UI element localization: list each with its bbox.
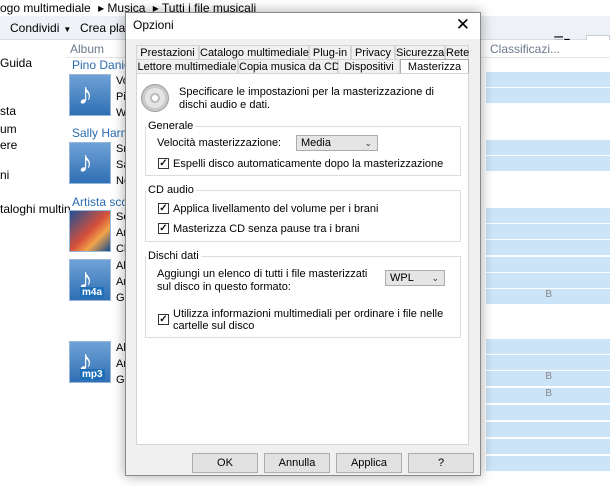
leveling-checkbox[interactable]: ✓ [158, 203, 169, 214]
burn-panel: Specificare le impostazioni per la maste… [136, 73, 469, 445]
selected-row[interactable]: B [486, 289, 610, 304]
navigation-pane: Guida sta um ere ni taloghi multin [0, 40, 71, 486]
selected-row[interactable] [486, 224, 610, 239]
nav-item[interactable]: ere [0, 138, 17, 152]
leveling-label[interactable]: Applica livellamento del volume per i br… [173, 203, 378, 215]
selected-row[interactable] [486, 339, 610, 354]
dialog-titlebar[interactable]: Opzioni ✕ [126, 13, 480, 39]
options-dialog: Opzioni ✕ Prestazioni Catalogo multimedi… [125, 12, 481, 476]
chevron-down-icon: ▼ [63, 25, 72, 34]
checkmark-icon: ✓ [159, 314, 168, 325]
cancel-button[interactable]: Annulla [264, 453, 330, 473]
selected-row[interactable] [486, 88, 610, 103]
speed-label: Velocità masterizzazione: [157, 137, 282, 149]
audio-cd-group-label: CD audio [146, 184, 196, 196]
album-art[interactable]: ♪ m4a [69, 259, 111, 301]
list-format-value: WPL [390, 272, 414, 284]
selected-row[interactable] [486, 208, 610, 223]
format-badge: mp3 [80, 369, 105, 380]
selected-row[interactable] [486, 257, 610, 272]
music-note-icon: ♪ [78, 146, 93, 179]
selected-row[interactable] [486, 456, 610, 471]
apply-button[interactable]: Applica [336, 453, 402, 473]
selected-row[interactable] [486, 72, 610, 87]
nav-item[interactable]: Guida [0, 56, 32, 70]
media-info-label[interactable]: Utilizza informazioni multimediali per o… [173, 308, 457, 332]
music-note-icon: ♪ [78, 78, 93, 111]
checkmark-icon: ✓ [159, 223, 168, 234]
selected-row[interactable] [486, 273, 610, 288]
selected-row[interactable] [486, 156, 610, 171]
breadcrumb-item[interactable]: ogo multimediale [0, 1, 91, 15]
ok-button[interactable]: OK [192, 453, 258, 473]
gapless-checkbox[interactable]: ✓ [158, 223, 169, 234]
checkmark-icon: ✓ [159, 158, 168, 169]
format-badge: m4a [80, 287, 105, 298]
close-icon[interactable]: ✕ [456, 15, 470, 35]
disc-icon [141, 84, 169, 112]
column-album[interactable]: Album [70, 42, 104, 56]
general-group-label: Generale [146, 120, 196, 132]
list-format-dropdown[interactable]: WPL ⌄ [385, 270, 445, 286]
share-label: Condividi [10, 21, 60, 35]
size-suffix: B [545, 289, 552, 300]
album-art[interactable]: ♪ [69, 142, 111, 184]
eject-label[interactable]: Espelli disco automaticamente dopo la ma… [173, 158, 443, 170]
eject-checkbox[interactable]: ✓ [158, 158, 169, 169]
nav-item[interactable]: sta [0, 104, 16, 118]
selected-row[interactable]: B [486, 388, 610, 403]
nav-item[interactable]: ni [0, 168, 9, 182]
album-art[interactable]: ♪ [69, 74, 111, 116]
selected-row[interactable] [486, 405, 610, 420]
selected-row[interactable] [486, 439, 610, 454]
speed-dropdown[interactable]: Media ⌄ [296, 135, 378, 151]
size-suffix: B [545, 388, 552, 399]
media-info-checkbox[interactable]: ✓ [158, 314, 169, 325]
album-art[interactable] [69, 210, 111, 252]
dialog-title: Opzioni [133, 18, 174, 32]
album-art[interactable]: ♪ mp3 [69, 341, 111, 383]
size-suffix: B [545, 371, 552, 382]
help-button[interactable]: ? [408, 453, 474, 473]
selected-row[interactable] [486, 422, 610, 437]
column-classification[interactable]: Classificazi... [490, 42, 560, 56]
selected-row[interactable]: B [486, 371, 610, 386]
gapless-label[interactable]: Masterizza CD senza pause tra i brani [173, 223, 359, 235]
data-discs-group-label: Dischi dati [146, 250, 201, 262]
intro-text: Specificare le impostazioni per la maste… [179, 86, 434, 111]
selected-row[interactable] [486, 355, 610, 370]
chevron-down-icon: ⌄ [431, 273, 439, 283]
nav-item[interactable]: taloghi multin [0, 202, 71, 216]
chevron-down-icon: ⌄ [364, 138, 372, 148]
selected-row[interactable] [486, 140, 610, 155]
share-menu-button[interactable]: Condividi ▼ [10, 21, 71, 35]
speed-value: Media [301, 137, 331, 149]
checkmark-icon: ✓ [159, 203, 168, 214]
selected-row[interactable] [486, 240, 610, 255]
list-format-label: Aggiungi un elenco di tutti i file maste… [157, 268, 368, 293]
nav-item[interactable]: um [0, 122, 17, 136]
